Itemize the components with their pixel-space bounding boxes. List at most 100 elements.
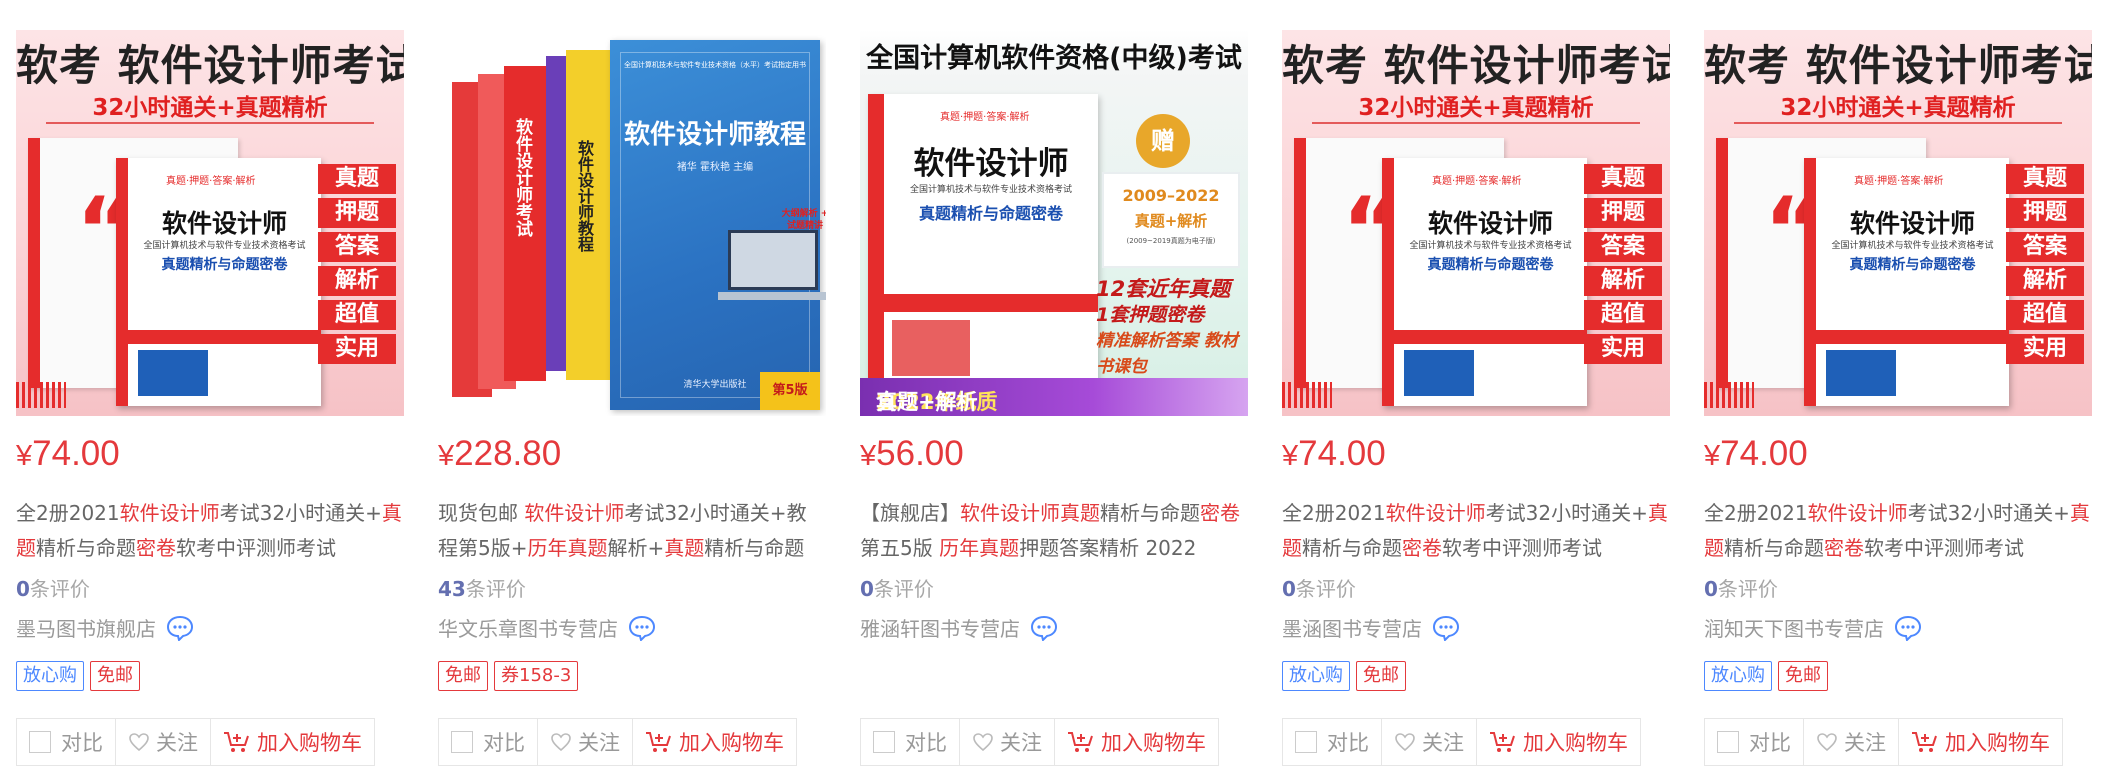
product-title-link[interactable]: 全2册2021软件设计师考试32小时通关+真题精析与命题密卷软考中评测师考试 [1704,496,2092,566]
shop-name-link[interactable]: 华文乐章图书专营店 [438,613,618,642]
add-to-cart-button[interactable]: 加入购物车 [211,719,374,765]
comment-number[interactable]: 43 [438,577,466,601]
action-bar: 对比 关注 加入购物车 [1704,718,2063,766]
shop-name-link[interactable]: 润知天下图书专营店 [1704,613,1884,642]
chat-bubble-icon[interactable] [1030,615,1058,641]
add-to-cart-button[interactable]: 加入购物车 [1899,719,2062,765]
feature-tag: 解析 [1584,266,1662,296]
product-title-link[interactable]: 【旗舰店】软件设计师真题精析与命题密卷第五5版 历年真题押题答案精析 2022 [860,496,1248,566]
compare-checkbox[interactable] [873,731,895,753]
chat-bubble-icon[interactable] [1432,615,1460,641]
add-to-cart-button[interactable]: 加入购物车 [633,719,796,765]
shopping-cart-icon [1490,732,1515,752]
compare-button[interactable]: 对比 [17,719,116,765]
follow-label: 关注 [578,731,620,755]
cover-feature-tags: 真题 押题 答案 解析 超值 实用 [1584,164,1662,368]
feature-tag: 押题 [2006,198,2084,228]
product-card: 软考 软件设计师考试 32小时通关+真题精析 “ 真题·押题·答案·解析 软件设… [16,30,404,770]
follow-button[interactable]: 关注 [116,719,211,765]
comment-number[interactable]: 0 [16,577,30,601]
promo-post: 真题+解析 [876,390,978,414]
cover-feature-tags: 真题 押题 答案 解析 超值 实用 [2006,164,2084,368]
cover-book: 真题·押题·答案·解析 软件设计师 全国计算机技术与软件专业技术资格考试 真题精… [868,94,1098,384]
follow-button[interactable]: 关注 [960,719,1055,765]
product-image[interactable]: 软考 软件设计师考试 32小时通关+真题精析 “ 真题·押题·答案·解析 软件设… [1704,30,2092,416]
cover-title: 软件设计师教程 [623,120,806,150]
product-image[interactable]: 软考 软件设计师考试 32小时通关+真题精析 “ 真题·押题·答案·解析 软件设… [16,30,404,416]
chat-bubble-icon[interactable] [628,615,656,641]
comment-count[interactable]: 0条评价 [16,573,90,602]
compare-checkbox[interactable] [451,731,473,753]
gift-desc: 真题+解析 [1134,212,1208,230]
compare-button[interactable]: 对比 [1283,719,1382,765]
cover-book-sub: 全国计算机技术与软件专业技术资格考试 [1831,241,1994,251]
service-badge: 券158-3 [494,661,579,691]
comment-number[interactable]: 0 [860,577,874,601]
cover-edition: 第5版 [760,372,820,410]
feature-tag: 答案 [2006,232,2084,262]
action-bar: 对比 关注 加入购物车 [438,718,797,766]
cover-book-title: 软件设计师 [1849,209,1975,238]
title-text: 精析与命题 [36,536,136,560]
comment-suffix: 条评价 [29,577,90,601]
comment-count[interactable]: 0条评价 [1282,573,1356,602]
shop-name-link[interactable]: 雅涵轩图书专营店 [860,613,1020,642]
service-badge: 免邮 [1778,661,1828,691]
comment-count[interactable]: 0条评价 [1704,573,1778,602]
comment-count[interactable]: 0条评价 [860,573,934,602]
title-keyword: 历年真题 [527,536,608,560]
compare-checkbox[interactable] [1295,731,1317,753]
price-currency: ¥ [1282,440,1299,472]
comment-number[interactable]: 0 [1282,577,1296,601]
badge-row: 放心购 免邮 [1704,661,1828,691]
title-text: 精析与命题 [1100,501,1200,525]
compare-label: 对比 [905,731,947,755]
follow-label: 关注 [1000,731,1042,755]
compare-button[interactable]: 对比 [861,719,960,765]
heart-icon [129,733,149,752]
cover-book-blue: 真题精析与命题密卷 [1849,257,1976,273]
action-bar: 对比 关注 加入购物车 [16,718,375,766]
product-title-link[interactable]: 全2册2021软件设计师考试32小时通关+真题精析与命题密卷软考中评测师考试 [1282,496,1670,566]
cover-book-blue: 真题精析与命题密卷 [918,204,1063,223]
compare-button[interactable]: 对比 [439,719,538,765]
feature-tag: 真题 [2006,164,2084,194]
cover-blue-box [138,350,208,396]
follow-button[interactable]: 关注 [538,719,633,765]
feature-tag: 解析 [318,266,396,296]
add-to-cart-button[interactable]: 加入购物车 [1055,719,1218,765]
title-keyword: 软件设计师 [524,501,625,525]
cover-subline: 32小时通关+真题精析 [92,95,328,121]
product-title-link[interactable]: 现货包邮 软件设计师考试32小时通关+教程第5版+历年真题解析+真题精析与命题 [438,496,826,566]
comment-count[interactable]: 43条评价 [438,573,526,602]
compare-checkbox[interactable] [29,731,51,753]
follow-button[interactable]: 关注 [1804,719,1899,765]
product-image[interactable]: 全国计算机软件资格(中级)考试 真题·押题·答案·解析 软件设计师 全国计算机技… [860,30,1248,416]
cover-promo-bar: 含 2022年纸质 真题+解析 [860,378,1248,416]
product-title-link[interactable]: 全2册2021软件设计师考试32小时通关+真题精析与命题密卷软考中评测师考试 [16,496,404,566]
product-card: 软考 软件设计师考试 32小时通关+真题精析 “ 真题·押题·答案·解析 软件设… [1704,30,2092,770]
product-card: 软件设计师考试 软件设计师教程 全国计算机技术与软件专业技术资格（水平）考试指定… [438,30,826,770]
chat-bubble-icon[interactable] [1894,615,1922,641]
feature-tag: 真题 [318,164,396,194]
cover-laptop-base [718,292,826,300]
cover-front-book: 真题·押题·答案·解析 软件设计师 全国计算机技术与软件专业技术资格考试 真题精… [116,158,321,406]
title-keyword: 软件设计师真题 [960,501,1100,525]
cover-book-tag: 真题·押题·答案·解析 [940,112,1030,123]
cover-front-book: 真题·押题·答案·解析 软件设计师 全国计算机技术与软件专业技术资格考试 真题精… [1382,158,1587,406]
chat-bubble-icon[interactable] [166,615,194,641]
product-image[interactable]: 软考 软件设计师考试 32小时通关+真题精析 “ 真题·押题·答案·解析 软件设… [1282,30,1670,416]
compare-checkbox[interactable] [1717,731,1739,753]
compare-button[interactable]: 对比 [1705,719,1804,765]
add-to-cart-button[interactable]: 加入购物车 [1477,719,1640,765]
product-image[interactable]: 软件设计师考试 软件设计师教程 全国计算机技术与软件专业技术资格（水平）考试指定… [438,30,826,416]
comment-number[interactable]: 0 [1704,577,1718,601]
title-text: 软考中评测师考试 [1864,536,2024,560]
cover-book-tag: 真题·押题·答案·解析 [166,176,256,187]
shop-name-link[interactable]: 墨马图书旗舰店 [16,613,156,642]
title-text: 软考中评测师考试 [1442,536,1602,560]
follow-button[interactable]: 关注 [1382,719,1477,765]
shop-name-link[interactable]: 墨涵图书专营店 [1282,613,1422,642]
feature-tag: 押题 [318,198,396,228]
service-badge: 免邮 [1356,661,1406,691]
